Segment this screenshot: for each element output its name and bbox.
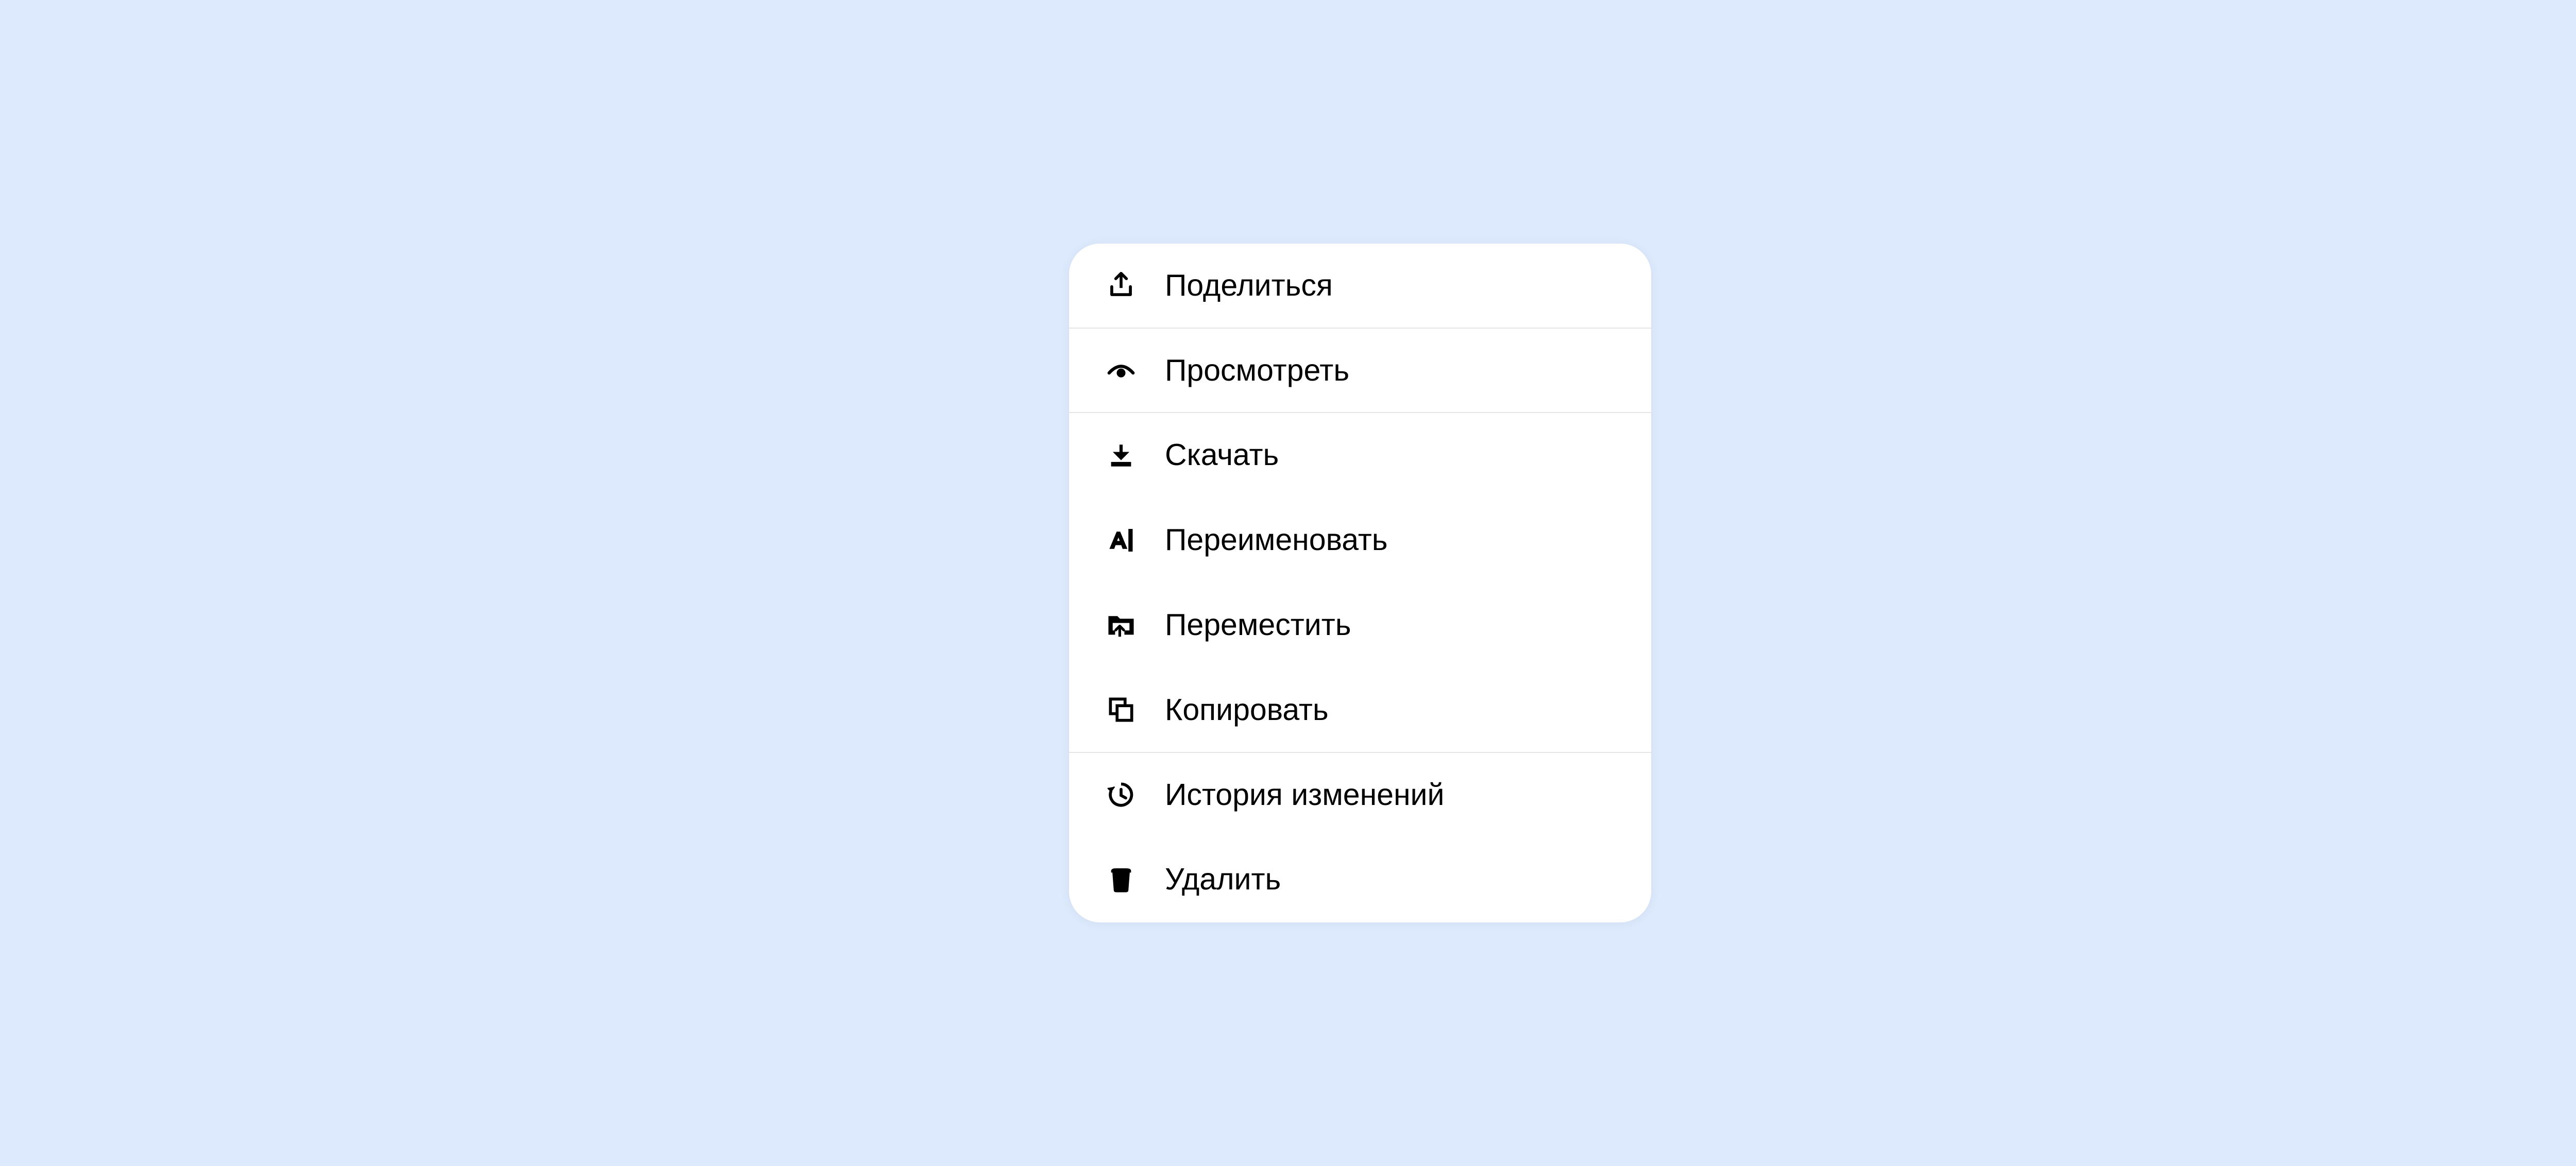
rename-icon bbox=[1105, 524, 1137, 556]
menu-item-label: Переместить bbox=[1165, 607, 1351, 643]
menu-item-move[interactable]: Переместить bbox=[1069, 583, 1651, 668]
eye-icon bbox=[1105, 354, 1137, 386]
menu-item-label: Скачать bbox=[1165, 437, 1279, 473]
menu-item-history[interactable]: История изменений bbox=[1069, 753, 1651, 838]
menu-item-label: Копировать bbox=[1165, 692, 1329, 728]
share-icon bbox=[1105, 269, 1137, 301]
move-folder-icon bbox=[1105, 609, 1137, 641]
menu-item-delete[interactable]: Удалить bbox=[1069, 837, 1651, 922]
menu-item-label: Удалить bbox=[1165, 861, 1281, 898]
menu-item-download[interactable]: Скачать bbox=[1069, 413, 1651, 498]
menu-item-share[interactable]: Поделиться bbox=[1069, 244, 1651, 329]
menu-item-copy[interactable]: Копировать bbox=[1069, 668, 1651, 753]
menu-item-label: Просмотреть bbox=[1165, 352, 1349, 389]
menu-item-view[interactable]: Просмотреть bbox=[1069, 329, 1651, 414]
menu-item-rename[interactable]: Переименовать bbox=[1069, 498, 1651, 583]
menu-item-label: История изменений bbox=[1165, 777, 1444, 813]
menu-item-label: Переименовать bbox=[1165, 522, 1388, 558]
context-menu: Поделиться Просмотреть Скачать П bbox=[1069, 244, 1651, 922]
trash-icon bbox=[1105, 864, 1137, 896]
menu-item-label: Поделиться bbox=[1165, 267, 1333, 304]
download-icon bbox=[1105, 439, 1137, 471]
history-icon bbox=[1105, 779, 1137, 811]
copy-icon bbox=[1105, 694, 1137, 726]
